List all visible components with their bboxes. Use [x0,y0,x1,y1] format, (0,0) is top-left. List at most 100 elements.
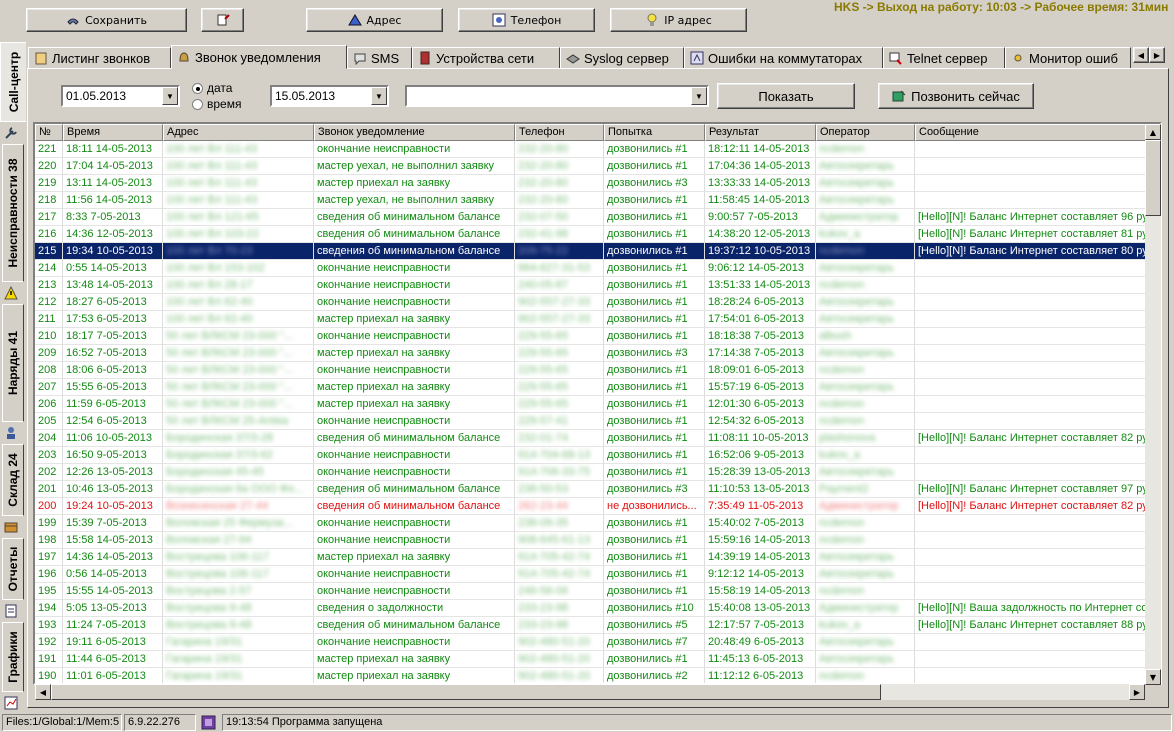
show-button[interactable]: Показать [717,83,855,109]
table-row[interactable]: 219 13:11 14-05-2013 100 лет Вл 111-43 маст… [35,175,1160,192]
header-col-operator[interactable]: Оператор [816,124,915,141]
table-row[interactable]: 208 18:06 6-05-2013 50 лет ВЛКСМ 23-000 ".… [35,362,1160,379]
table-row[interactable]: 201 10:46 13-05-2013 Бородинская 9а ООО Фо… [35,481,1160,498]
tab-network-devices[interactable]: Устройства сети [412,47,560,69]
header-col-result[interactable]: Результат [705,124,816,141]
table-row[interactable]: 200 19:24 10-05-2013 Вознесенская 27-44 све… [35,498,1160,515]
table-row[interactable]: 220 17:04 14-05-2013 100 лет Вл 111-43 маст… [35,158,1160,175]
chevron-down-icon[interactable]: ▼ [162,87,178,105]
side-tab-orders[interactable]: Наряды 41 [2,304,24,422]
table-row[interactable]: 195 15:55 14-05-2013 Вострецова 2-57 оконча… [35,583,1160,600]
tab-syslog[interactable]: Syslog сервер [560,47,684,69]
tab-sms[interactable]: SMS [347,47,412,69]
table-row[interactable]: 221 18:11 14-05-2013 100 лет Вл 111-43 окон… [35,141,1160,158]
radio-date[interactable]: дата [192,81,232,95]
call-now-button[interactable]: Позвонить сейчас [878,83,1034,109]
header-col-notification[interactable]: Звонок уведомление [314,124,515,141]
vertical-scrollbar[interactable]: ▲ ▼ [1145,124,1161,685]
header-col-address[interactable]: Адрес [163,124,314,141]
cell-operator: Автосекретарь [816,651,915,668]
cell-number: 217 [35,209,63,226]
cell-notification: окончание неисправности [314,260,515,277]
table-row[interactable]: 205 12:54 6-05-2013 50 лет ВЛКСМ 25-Antiкa… [35,413,1160,430]
horizontal-scroll-thumb[interactable] [51,684,881,700]
table-row[interactable]: 206 11:59 6-05-2013 50 лет ВЛКСМ 23-000 ".… [35,396,1160,413]
table-row[interactable]: 196 0:56 14-05-2013 Вострецова 106-117 окон… [35,566,1160,583]
cell-time: 15:39 7-05-2013 [63,515,163,532]
table-row[interactable]: 212 18:27 6-05-2013 100 лет Вл 62-40 оконча… [35,294,1160,311]
header-col-time[interactable]: Время [63,124,163,141]
blurred-operator: ncdemon [819,364,865,376]
table-row[interactable]: 215 19:34 10-05-2013 100 лет Вл 70-23 сведе… [35,243,1160,260]
table-row[interactable]: 213 13:48 14-05-2013 100 лет Вл 28-17 оконч… [35,277,1160,294]
save-button[interactable]: Сохранить [26,8,187,32]
tab-error-monitor[interactable]: Монитор ошиб [1005,47,1131,69]
scroll-left-icon[interactable]: ◀ [35,684,51,700]
side-tab-charts[interactable]: Графики [2,622,24,692]
blurred-operator: Автосекретарь [819,194,895,206]
tab-call-listing[interactable]: Листинг звонков [28,47,171,69]
header-col-number[interactable]: № [35,124,63,141]
ip-button[interactable]: IP адрес [610,8,747,32]
table-row[interactable]: 198 15:58 14-05-2013 Воловская 27-94 оконча… [35,532,1160,549]
header-col-message[interactable]: Сообщение [915,124,1160,141]
cell-notification: сведения об минимальном балансе [314,498,515,515]
table-row[interactable]: 192 19:11 6-05-2013 Гагарина 19/31 окончани… [35,634,1160,651]
table-row[interactable]: 207 15:55 6-05-2013 50 лет ВЛКСМ 23-000 ".… [35,379,1160,396]
cell-attempt: дозвонились #1 [604,277,705,294]
blurred-phone: 238-50-53 [518,483,569,495]
table-row[interactable]: 209 16:52 7-05-2013 50 лет ВЛКСМ 23-000 ".… [35,345,1160,362]
side-tab-faults[interactable]: Неисправности 38 [2,144,24,282]
header-col-phone[interactable]: Телефон [515,124,604,141]
table-row[interactable]: 211 17:53 6-05-2013 100 лет Вл 62-40 мастер… [35,311,1160,328]
notification-table[interactable]: № Время Адрес Звонок уведомление Телефон Попы… [33,122,1162,685]
table-row[interactable]: 218 11:56 14-05-2013 100 лет Вл 111-43 маст… [35,192,1160,209]
tabs-scroll-right[interactable]: ▶ [1149,47,1165,63]
table-row[interactable]: 202 12:26 13-05-2013 Бородинская 45-45 окон… [35,464,1160,481]
blurred-phone: 229-55-65 [518,398,569,410]
date-to-picker[interactable]: 15.05.2013 ▼ [270,85,389,107]
filter-combo[interactable]: ▼ [405,85,709,107]
table-row[interactable]: 191 11:44 6-05-2013 Гагарина 19/31 мастер п… [35,651,1160,668]
scroll-down-icon[interactable]: ▼ [1145,669,1161,685]
table-row[interactable]: 194 5:05 13-05-2013 Вострецова 9-48 сведени… [35,600,1160,617]
chevron-down-icon[interactable]: ▼ [371,87,387,105]
cell-address: 100 лет Вл 62-40 [163,311,314,328]
cell-message: [Hello][N]! Баланс Интернет составляет 9… [915,481,1160,498]
cell-notification: сведения о задолжности [314,600,515,617]
tabs-scroll-left[interactable]: ◀ [1133,47,1149,63]
tab-telnet[interactable]: Telnet сервер [883,47,1005,69]
radio-time[interactable]: время [192,97,241,111]
table-row[interactable]: 193 11:24 7-05-2013 Вострецова 9-48 сведени… [35,617,1160,634]
blurred-operator: ncdemon [819,670,865,682]
side-tab-reports[interactable]: Отчеты [2,538,24,600]
table-row[interactable]: 217 8:33 7-05-2013 100 лет Вл 121-65 сведен… [35,209,1160,226]
cell-message [915,277,1160,294]
table-row[interactable]: 204 11:06 10-05-2013 Бородинская 37/3-28 св… [35,430,1160,447]
vertical-scroll-thumb[interactable] [1145,140,1161,216]
table-row[interactable]: 203 16:50 9-05-2013 Бородинская 37/3-62 око… [35,447,1160,464]
table-row[interactable]: 197 14:36 14-05-2013 Вострецова 106-117 мас… [35,549,1160,566]
blurred-operator: Автосекретарь [819,177,895,189]
chevron-down-icon[interactable]: ▼ [691,87,707,105]
tab-switch-errors[interactable]: Ошибки на коммутаторах [684,47,883,69]
table-row[interactable]: 190 11:01 6-05-2013 Гагарина 19/31 мастер п… [35,668,1160,683]
table-row[interactable]: 199 15:39 7-05-2013 Воловская 25 Фермуза..… [35,515,1160,532]
table-row[interactable]: 216 14:36 12-05-2013 100 лет Вл 103-22 свед… [35,226,1160,243]
side-tab-call-center[interactable]: Call-центр [0,42,26,122]
cell-operator: ncdemon [816,243,915,260]
horizontal-scrollbar[interactable]: ◀ ▶ [35,684,1145,700]
table-row[interactable]: 210 18:17 7-05-2013 50 лет ВЛКСМ 23-000 ".… [35,328,1160,345]
table-row[interactable]: 214 0:55 14-05-2013 100 лет Вл 153-102 окон… [35,260,1160,277]
date-from-picker[interactable]: 01.05.2013 ▼ [61,85,180,107]
address-button[interactable]: Адрес [306,8,443,32]
scroll-up-icon[interactable]: ▲ [1145,124,1161,140]
side-tab-warehouse[interactable]: Склад 24 [2,444,24,516]
tool-button[interactable] [201,8,244,32]
radio-dot [192,82,203,94]
phone-button[interactable]: Телефон [458,8,595,32]
header-col-attempt[interactable]: Попытка [604,124,705,141]
cell-phone: 902-480-51-20 [515,634,604,651]
scroll-right-icon[interactable]: ▶ [1129,684,1145,700]
tab-notification-call[interactable]: Звонок уведомления [171,45,347,69]
